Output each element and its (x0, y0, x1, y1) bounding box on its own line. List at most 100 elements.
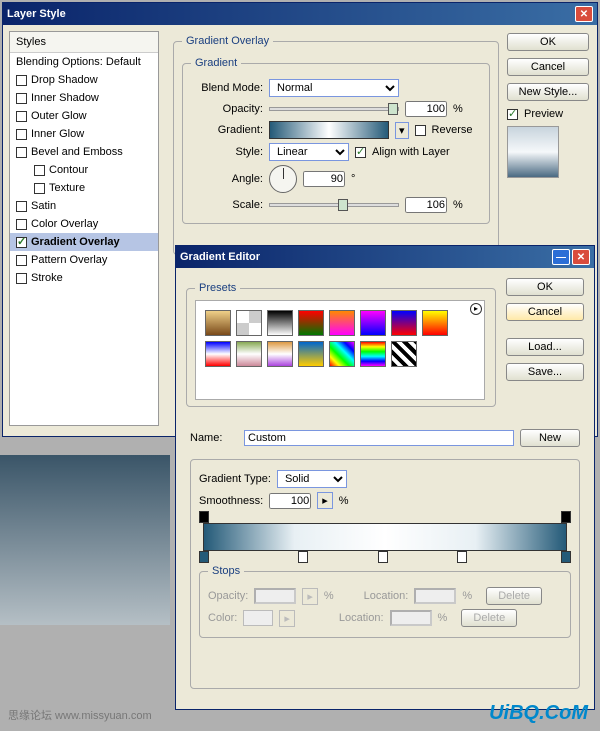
style-item-texture[interactable]: Texture (10, 179, 158, 197)
flyout-icon[interactable]: ▸ (470, 303, 482, 315)
color-swatch (243, 610, 273, 626)
stops-opacity-label: Opacity: (208, 590, 248, 602)
blend-mode-label: Blend Mode: (191, 82, 263, 94)
angle-input[interactable] (303, 171, 345, 187)
reverse-checkbox[interactable] (415, 125, 426, 136)
stops-color-label: Color: (208, 612, 237, 624)
checkbox-icon[interactable] (16, 111, 27, 122)
gradient-swatch[interactable] (269, 121, 389, 139)
presets-group: Presets ▸ (186, 282, 496, 407)
styles-list: Styles Blending Options: Default Drop Sh… (9, 31, 159, 426)
stepper-icon: ▸ (279, 610, 295, 627)
blending-options-row[interactable]: Blending Options: Default (10, 53, 158, 71)
style-item-color-overlay[interactable]: Color Overlay (10, 215, 158, 233)
style-select[interactable]: Linear (269, 143, 349, 161)
color-stop[interactable] (298, 551, 308, 563)
scale-input[interactable] (405, 197, 447, 213)
gradient-editor-dialog: Gradient Editor — ✕ Presets ▸ (175, 245, 595, 710)
color-stop[interactable] (199, 551, 209, 563)
preview-swatch (507, 126, 559, 178)
gradient-label: Gradient: (191, 124, 263, 136)
gradient-bar[interactable] (203, 523, 567, 551)
opacity-slider[interactable] (269, 107, 399, 111)
checkbox-icon[interactable] (16, 219, 27, 230)
checkbox-icon[interactable] (16, 129, 27, 140)
delete-opacity-button: Delete (486, 587, 542, 605)
watermark: UiBQ.CoM (489, 702, 588, 725)
watermark-source: 思缘论坛 www.missyuan.com (8, 707, 152, 723)
checkbox-icon[interactable] (34, 183, 45, 194)
minimize-icon[interactable]: — (552, 249, 570, 265)
gradient-type-select[interactable]: Solid (277, 470, 347, 488)
color-stop[interactable] (561, 551, 571, 563)
stops-location-label2: Location: (339, 612, 384, 624)
stops-group: Stops Opacity: ▸ % Location: % Delete Co… (199, 565, 571, 638)
close-icon[interactable]: ✕ (575, 6, 593, 22)
align-checkbox[interactable] (355, 147, 366, 158)
titlebar: Layer Style ✕ (3, 3, 597, 25)
title-text: Layer Style (7, 8, 66, 20)
checkbox-icon[interactable] (16, 75, 27, 86)
name-input[interactable] (244, 430, 514, 446)
smoothness-input[interactable] (269, 493, 311, 509)
gradient-subgroup: Gradient Blend Mode: Normal Opacity: % G… (182, 57, 490, 224)
name-label: Name: (190, 432, 238, 444)
style-item-satin[interactable]: Satin (10, 197, 158, 215)
title-text: Gradient Editor (180, 251, 260, 263)
delete-color-button: Delete (461, 609, 517, 627)
cancel-button[interactable]: Cancel (507, 58, 589, 76)
angle-label: Angle: (191, 173, 263, 185)
style-label: Style: (191, 146, 263, 158)
style-item-inner-glow[interactable]: Inner Glow (10, 125, 158, 143)
color-stop[interactable] (378, 551, 388, 563)
smoothness-label: Smoothness: (199, 495, 263, 507)
ge-cancel-button[interactable]: Cancel (506, 303, 584, 321)
new-button[interactable]: New (520, 429, 580, 447)
stops-location-input2 (390, 610, 432, 626)
style-item-stroke[interactable]: Stroke (10, 269, 158, 287)
scale-label: Scale: (191, 199, 263, 211)
checkbox-icon[interactable] (16, 201, 27, 212)
new-style-button[interactable]: New Style... (507, 83, 589, 101)
gradient-type-group: Gradient Type: Solid Smoothness: ▸ % Sto… (190, 459, 580, 689)
style-item-gradient-overlay[interactable]: Gradient Overlay (10, 233, 158, 251)
ge-ok-button[interactable]: OK (506, 278, 584, 296)
style-item-bevel[interactable]: Bevel and Emboss (10, 143, 158, 161)
gradient-type-label: Gradient Type: (199, 473, 271, 485)
preview-checkbox[interactable] (507, 109, 518, 120)
checkbox-icon[interactable] (16, 273, 27, 284)
angle-dial[interactable] (269, 165, 297, 193)
stepper-icon: ▸ (302, 588, 318, 605)
opacity-stop[interactable] (199, 511, 209, 523)
group-title: Gradient Overlay (182, 35, 273, 47)
style-item-contour[interactable]: Contour (10, 161, 158, 179)
scale-slider[interactable] (269, 203, 399, 207)
style-item-drop-shadow[interactable]: Drop Shadow (10, 71, 158, 89)
ok-button[interactable]: OK (507, 33, 589, 51)
titlebar: Gradient Editor — ✕ (176, 246, 594, 268)
styles-header[interactable]: Styles (10, 32, 158, 53)
ge-load-button[interactable]: Load... (506, 338, 584, 356)
blend-mode-select[interactable]: Normal (269, 79, 399, 97)
checkbox-icon[interactable] (34, 165, 45, 176)
close-icon[interactable]: ✕ (572, 249, 590, 265)
color-stop[interactable] (457, 551, 467, 563)
stops-location-input (414, 588, 456, 604)
stops-location-label: Location: (364, 590, 409, 602)
dropdown-icon[interactable]: ▾ (395, 122, 409, 139)
style-item-inner-shadow[interactable]: Inner Shadow (10, 89, 158, 107)
checkbox-icon[interactable] (16, 93, 27, 104)
presets-box[interactable]: ▸ (195, 300, 485, 400)
checkbox-icon[interactable] (16, 255, 27, 266)
opacity-input[interactable] (405, 101, 447, 117)
stops-opacity-input (254, 588, 296, 604)
style-item-outer-glow[interactable]: Outer Glow (10, 107, 158, 125)
style-item-pattern-overlay[interactable]: Pattern Overlay (10, 251, 158, 269)
opacity-label: Opacity: (191, 103, 263, 115)
stepper-icon[interactable]: ▸ (317, 492, 333, 509)
ge-save-button[interactable]: Save... (506, 363, 584, 381)
checkbox-icon[interactable] (16, 237, 27, 248)
gradient-overlay-group: Gradient Overlay Gradient Blend Mode: No… (173, 35, 499, 255)
opacity-stop[interactable] (561, 511, 571, 523)
checkbox-icon[interactable] (16, 147, 27, 158)
